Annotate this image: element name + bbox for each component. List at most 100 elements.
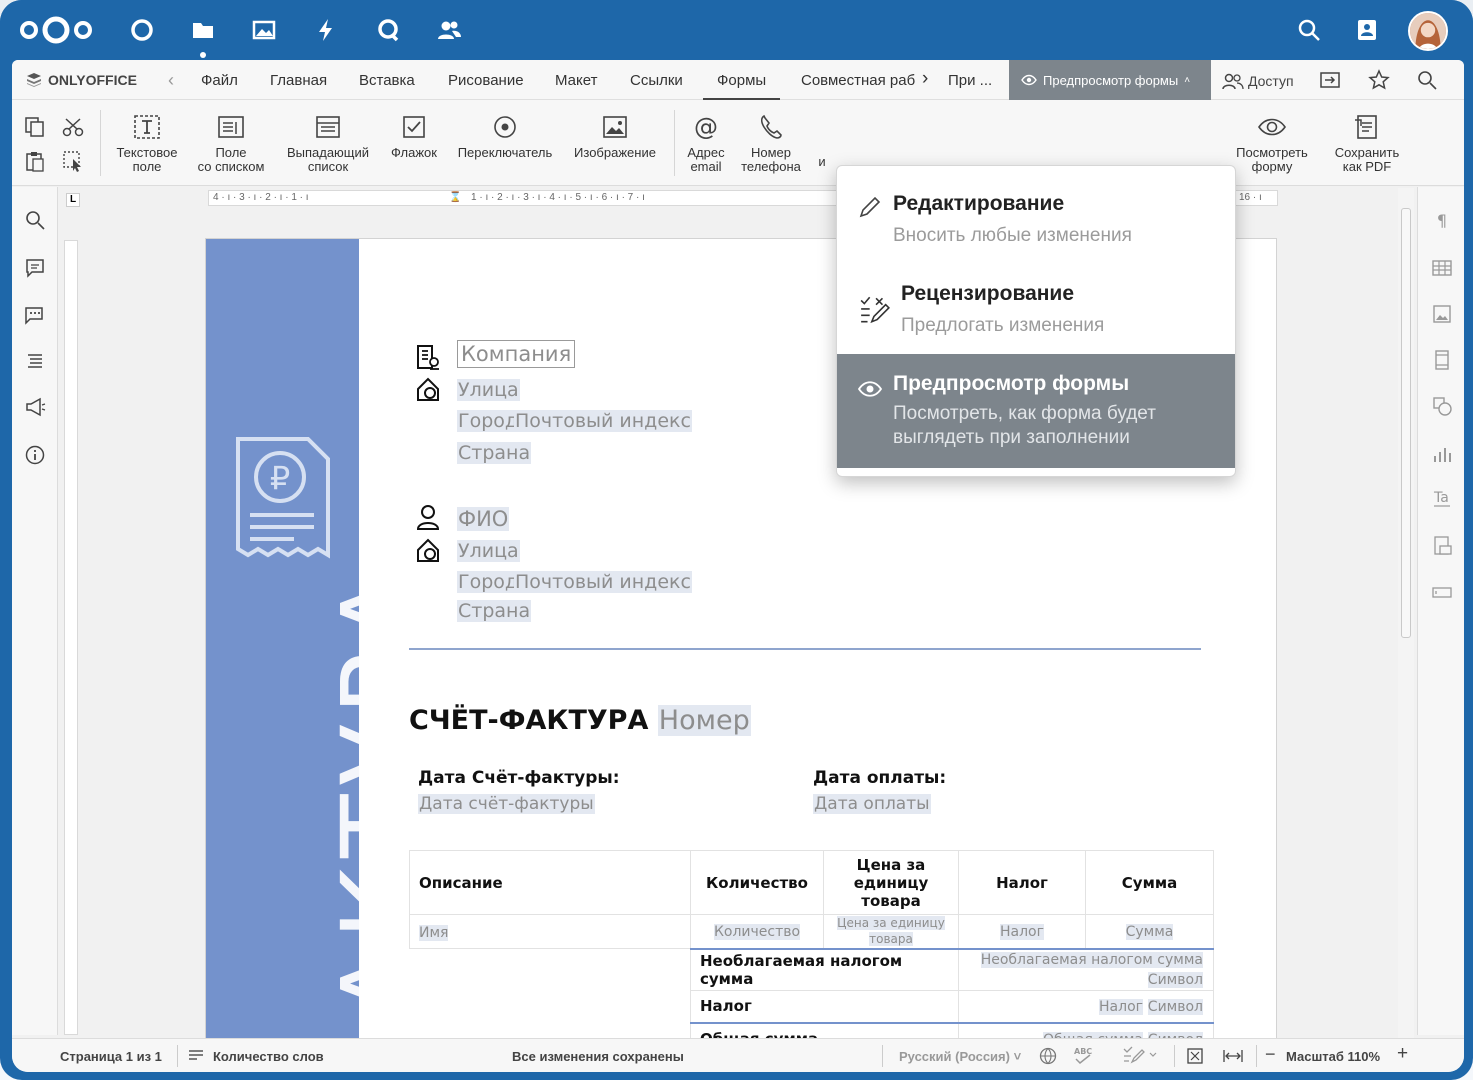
text-field-button[interactable]: Текстовое поле bbox=[108, 112, 186, 174]
contacts-icon[interactable] bbox=[435, 16, 463, 44]
image-field-button[interactable]: Изображение bbox=[568, 112, 662, 160]
chart-settings-icon[interactable] bbox=[1431, 443, 1453, 465]
text-art-settings-icon[interactable]: Ta bbox=[1431, 487, 1453, 509]
page-counter[interactable]: Страница 1 из 1 bbox=[60, 1049, 162, 1064]
tab-collaboration[interactable]: Совместная раб bbox=[801, 72, 917, 89]
talk-icon[interactable] bbox=[374, 16, 402, 44]
photos-icon[interactable] bbox=[250, 16, 278, 44]
item-tax-field[interactable]: Налог bbox=[1000, 924, 1044, 941]
nextcloud-logo[interactable] bbox=[16, 14, 96, 46]
track-changes-icon[interactable] bbox=[1122, 1045, 1158, 1065]
image-settings-icon[interactable] bbox=[1431, 303, 1453, 325]
item-quantity-field[interactable]: Количество bbox=[713, 924, 801, 941]
street-field-2[interactable]: Улица bbox=[457, 540, 520, 562]
zip-field-1[interactable]: Почтовый индекс bbox=[514, 410, 692, 432]
mail-merge-icon[interactable] bbox=[1431, 535, 1453, 557]
country-field-1[interactable]: Страна bbox=[457, 442, 532, 464]
navigation-headings-icon[interactable] bbox=[24, 350, 46, 372]
paragraph-settings-icon[interactable]: ¶ bbox=[1431, 209, 1453, 231]
tab-references[interactable]: Ссылки bbox=[630, 72, 683, 89]
street-field-1[interactable]: Улица bbox=[457, 379, 520, 401]
radio-button-button[interactable]: Переключатель bbox=[452, 112, 558, 160]
invoice-number-field[interactable]: Номер bbox=[657, 705, 751, 736]
tabs-scroll-left-icon[interactable]: ‹ bbox=[168, 70, 174, 91]
shape-settings-icon[interactable] bbox=[1431, 395, 1453, 417]
tab-home[interactable]: Главная bbox=[270, 72, 327, 89]
email-field-button[interactable]: @ Адрес email bbox=[678, 112, 734, 174]
tab-insert[interactable]: Вставка bbox=[359, 72, 415, 89]
files-icon[interactable] bbox=[189, 16, 217, 44]
chat-icon[interactable] bbox=[24, 304, 46, 326]
favorite-star-icon[interactable] bbox=[1368, 69, 1390, 91]
city-field-1[interactable]: Город bbox=[457, 410, 520, 432]
dashboard-icon[interactable] bbox=[128, 16, 156, 44]
more-fields-button[interactable]: и bbox=[816, 155, 828, 169]
copy-icon[interactable] bbox=[24, 116, 46, 138]
dropdown-list-button[interactable]: Выпадающий список bbox=[280, 112, 376, 174]
form-settings-icon[interactable] bbox=[1431, 581, 1453, 603]
fit-to-width-icon[interactable] bbox=[1222, 1047, 1244, 1065]
tab-forms[interactable]: Формы bbox=[702, 72, 781, 100]
subtotal-field[interactable]: Необлагаемая налогом сумма bbox=[980, 951, 1203, 968]
contacts-menu-icon[interactable] bbox=[1353, 16, 1381, 44]
full-name-field[interactable]: ФИО bbox=[457, 507, 510, 531]
zoom-in-button[interactable]: + bbox=[1397, 1043, 1408, 1065]
item-name-field[interactable]: Имя bbox=[419, 924, 449, 941]
tabs-scroll-right-icon[interactable]: › bbox=[922, 68, 928, 90]
select-all-icon[interactable] bbox=[62, 150, 84, 172]
invoice-date-field[interactable]: Дата счёт-фактуры bbox=[418, 794, 595, 814]
mode-form-preview-item[interactable]: Предпросмотр формы Посмотреть, как форма… bbox=[837, 354, 1235, 468]
document-language-globe-icon[interactable] bbox=[1039, 1047, 1057, 1065]
scrollbar-thumb[interactable] bbox=[1401, 208, 1411, 638]
country-field-2[interactable]: Страна bbox=[457, 600, 532, 622]
tab-stop-selector[interactable]: L bbox=[66, 193, 80, 207]
due-date-field[interactable]: Дата оплаты bbox=[813, 794, 931, 814]
spell-check-icon[interactable]: ABC bbox=[1072, 1045, 1096, 1065]
word-count-icon[interactable] bbox=[188, 1048, 204, 1064]
about-info-icon[interactable] bbox=[24, 444, 46, 466]
activity-icon[interactable] bbox=[312, 16, 340, 44]
zip-field-2[interactable]: Почтовый индекс bbox=[514, 571, 692, 593]
search-icon[interactable] bbox=[1295, 16, 1323, 44]
feedback-megaphone-icon[interactable] bbox=[24, 396, 46, 418]
open-file-location-icon[interactable] bbox=[1319, 70, 1341, 90]
cut-icon[interactable] bbox=[62, 116, 84, 138]
svg-text:@: @ bbox=[694, 113, 718, 141]
tab-draw[interactable]: Рисование bbox=[448, 72, 524, 89]
checkbox-button[interactable]: Флажок bbox=[384, 112, 444, 160]
user-avatar[interactable] bbox=[1408, 11, 1448, 51]
fit-to-page-icon[interactable] bbox=[1186, 1047, 1204, 1065]
comments-icon[interactable] bbox=[24, 257, 46, 279]
tax-field[interactable]: Налог bbox=[1099, 999, 1144, 1016]
zoom-level[interactable]: Масштаб 110% bbox=[1286, 1049, 1380, 1064]
save-as-pdf-button[interactable]: Сохранить как PDF bbox=[1326, 112, 1408, 174]
language-selector[interactable]: Русский (Россия) ˅ bbox=[899, 1049, 1021, 1064]
paste-icon[interactable] bbox=[24, 150, 46, 172]
subtotal-symbol-field[interactable]: Символ bbox=[1147, 971, 1203, 988]
tab-layout[interactable]: Макет bbox=[555, 72, 597, 89]
header-footer-settings-icon[interactable] bbox=[1431, 349, 1453, 371]
tab-file[interactable]: Файл bbox=[201, 72, 238, 89]
word-count-label[interactable]: Количество слов bbox=[213, 1049, 324, 1064]
mode-edit-item[interactable]: Редактирование Вносить любые изменения bbox=[837, 166, 1235, 258]
city-field-2[interactable]: Город bbox=[457, 571, 520, 593]
zoom-out-button[interactable]: − bbox=[1265, 1044, 1276, 1065]
company-field[interactable]: Компания bbox=[457, 340, 576, 368]
editing-mode-button[interactable]: Предпросмотр формы ˄ bbox=[1009, 60, 1211, 100]
mode-review-item[interactable]: Рецензирование Предлогать изменения bbox=[837, 258, 1235, 354]
search-document-icon[interactable] bbox=[1416, 69, 1438, 91]
tax-symbol-field[interactable]: Символ bbox=[1147, 999, 1203, 1016]
view-form-button[interactable]: Посмотреть форму bbox=[1226, 112, 1318, 174]
mode-review-desc: Предлогать изменения bbox=[901, 315, 1105, 336]
item-price-field[interactable]: Цена за единицу товара bbox=[837, 916, 945, 947]
table-settings-icon[interactable] bbox=[1431, 257, 1453, 279]
vertical-scrollbar[interactable] bbox=[1398, 188, 1414, 1038]
phone-field-button[interactable]: Номер телефона bbox=[736, 112, 806, 174]
combo-box-button[interactable]: Поле со списком bbox=[190, 112, 272, 174]
ruler-indent-marker[interactable]: ⌛ bbox=[449, 192, 461, 203]
search-icon[interactable] bbox=[24, 209, 46, 231]
vertical-ruler[interactable] bbox=[64, 240, 78, 1035]
tab-more[interactable]: При ... bbox=[948, 72, 992, 89]
item-amount-field[interactable]: Сумма bbox=[1125, 924, 1174, 941]
share-button[interactable]: Доступ bbox=[1222, 72, 1294, 90]
